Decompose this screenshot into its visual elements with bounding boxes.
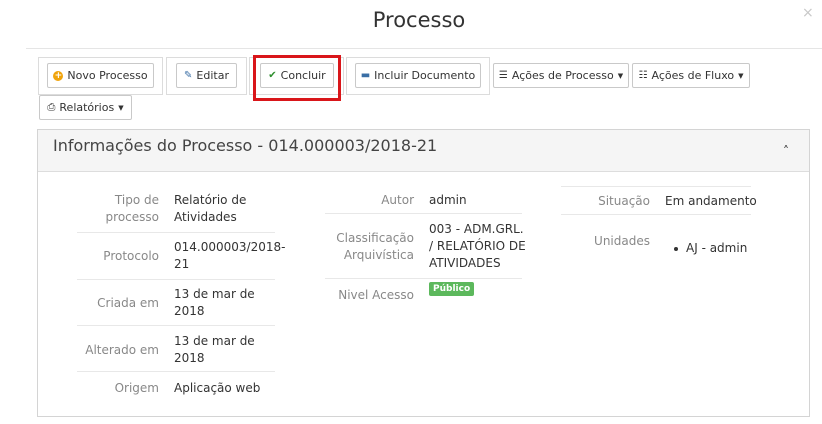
classificacao-label: Classificação Arquivística [320,230,414,264]
acoes-fluxo-dropdown[interactable]: ☷ Ações de Fluxo ▼ [632,63,750,88]
acoes-processo-label: Ações de Processo [511,69,614,82]
classificacao-label-line1: Classificação [336,231,414,245]
caret-down-icon: ▼ [118,103,124,112]
protocolo-value-line2: 21 [174,257,190,271]
novo-processo-button[interactable]: + Novo Processo [47,63,154,88]
list-icon: ☰ [498,69,508,81]
header-divider [26,48,822,49]
autor-value: admin [429,193,467,207]
row-divider [561,214,751,215]
acoes-fluxo-label: Ações de Fluxo [651,69,735,82]
row-divider [561,186,751,187]
alterado-em-value: 13 de mar de 2018 [174,333,274,367]
classificacao-value-line2: / RELATÓRIO DE [429,239,526,253]
protocolo-value: 014.000003/2018- 21 [174,239,286,273]
incluir-documento-label: Incluir Documento [374,69,476,82]
row-divider [77,371,275,372]
row-divider [325,213,522,214]
origem-value: Aplicação web [174,381,261,395]
nivel-acesso-label: Nivel Acesso [338,288,414,302]
panel-header[interactable]: Informações do Processo - 014.000003/201… [38,130,809,172]
relatorios-dropdown[interactable]: ⎙ Relatórios ▼ [39,95,132,120]
row-divider [77,279,275,280]
tipo-processo-value: Relatório de Atividades [174,192,274,226]
classificacao-value: 003 - ADM.GRL. / RELATÓRIO DE ATIVIDADES [429,221,529,272]
tipo-value-line2: Atividades [174,210,237,224]
print-icon: ⎙ [47,101,56,113]
criada-em-label: Criada em [97,296,159,310]
incluir-documento-button[interactable]: ▬ Incluir Documento [355,63,481,88]
unidades-label: Unidades [594,234,650,248]
situacao-label: Situação [598,194,650,208]
unidade-name: AJ - admin [686,241,748,255]
classificacao-value-line1: 003 - ADM.GRL. [429,222,524,236]
classificacao-label-line2: Arquivística [343,248,414,262]
chevron-up-icon[interactable]: ˄ [783,144,789,158]
row-divider [77,232,275,233]
panel-title: Informações do Processo - 014.000003/201… [53,136,438,155]
situacao-value: Em andamento [665,194,757,208]
criada-value-line2: 2018 [174,304,205,318]
relatorios-label: Relatórios [59,101,115,114]
caret-down-icon: ▼ [738,71,744,80]
bullet-icon [674,246,678,251]
alterado-value-line2: 2018 [174,351,205,365]
editar-button[interactable]: ✎ Editar [176,63,237,88]
protocolo-value-line1: 014.000003/2018- [174,240,286,254]
editar-label: Editar [196,69,229,82]
process-info-panel: Informações do Processo - 014.000003/201… [37,129,810,417]
modal-header: Processo × [0,0,822,48]
novo-processo-label: Novo Processo [67,69,148,82]
tipo-label-line2: processo [105,210,159,224]
classificacao-value-line3: ATIVIDADES [429,256,501,270]
book-icon: ▬ [360,69,371,81]
origem-label: Origem [114,381,159,395]
tipo-processo-label: Tipo de processo [60,192,159,226]
tipo-label-line1: Tipo de [114,193,159,207]
tipo-value-line1: Relatório de [174,193,247,207]
alterado-value-line1: 13 de mar de [174,334,255,348]
highlight-box [253,55,341,101]
alterado-em-label: Alterado em [85,343,159,357]
pencil-icon: ✎ [184,69,193,81]
modal-title: Processo [372,8,466,32]
close-icon[interactable]: × [802,6,814,20]
criada-em-value: 13 de mar de 2018 [174,286,274,320]
unidade-list-item: AJ - admin [674,241,764,256]
row-divider [325,278,522,279]
criada-value-line1: 13 de mar de [174,287,255,301]
protocolo-label: Protocolo [103,249,159,263]
autor-label: Autor [381,193,414,207]
plus-circle-icon: + [53,70,64,81]
publico-badge: Público [429,282,475,296]
flow-list-icon: ☷ [638,69,648,81]
acoes-processo-dropdown[interactable]: ☰ Ações de Processo ▼ [493,63,629,88]
caret-down-icon: ▼ [617,71,624,80]
row-divider [77,325,275,326]
